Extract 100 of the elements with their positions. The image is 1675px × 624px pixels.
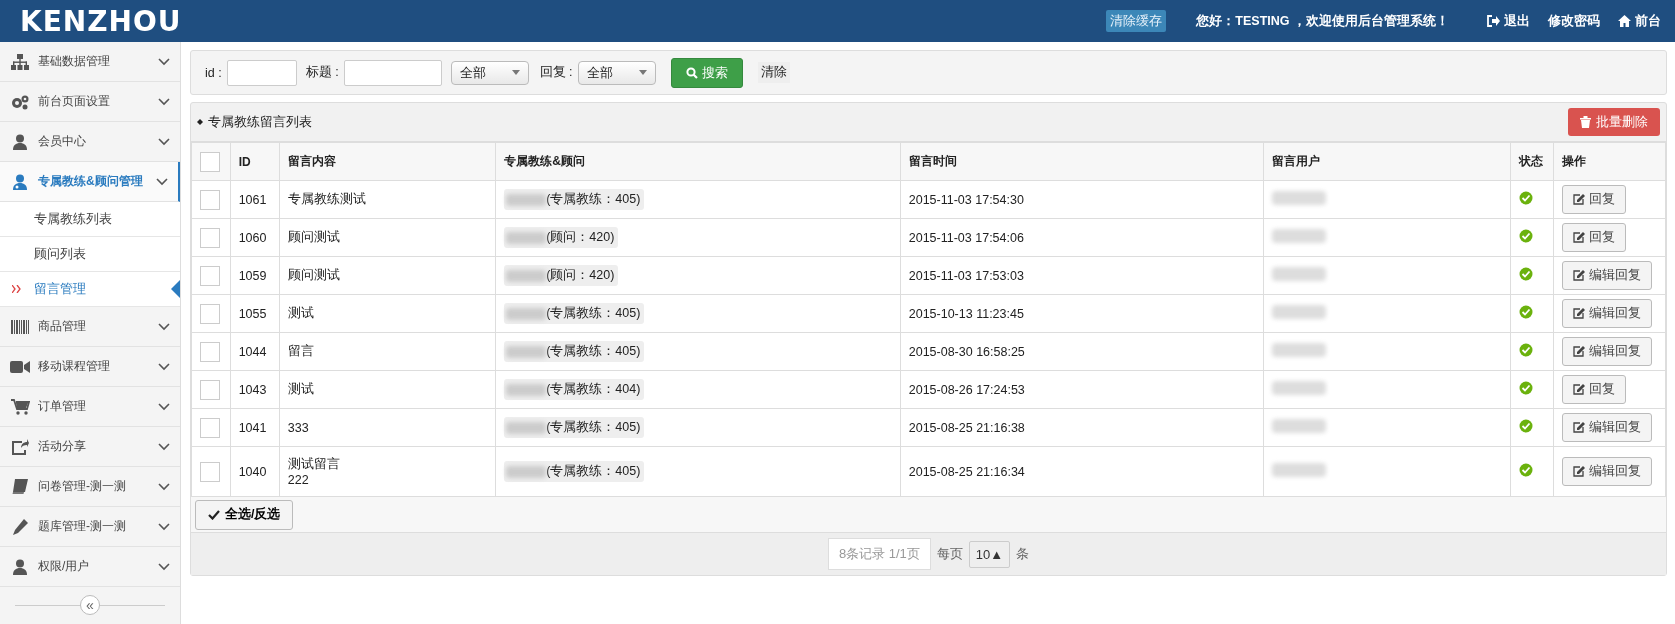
- sidebar-item[interactable]: 问卷管理-测一测: [0, 467, 180, 507]
- id-field[interactable]: [226, 59, 297, 86]
- column-header: 留言时间: [900, 142, 1263, 181]
- row-checkbox[interactable]: [200, 417, 220, 438]
- pointer-triangle-icon: [171, 280, 180, 298]
- chevron-down-icon: [158, 402, 170, 411]
- check-icon: [208, 509, 220, 520]
- search-icon: [685, 66, 698, 79]
- home-icon: [1618, 15, 1631, 27]
- book-icon: [10, 478, 30, 495]
- row-checkbox[interactable]: [200, 303, 220, 324]
- reply-button[interactable]: 回复: [1562, 185, 1627, 214]
- sidebar-subitem[interactable]: 专属教练列表: [0, 202, 180, 237]
- clear-cache-button[interactable]: 清除缓存: [1106, 10, 1167, 32]
- blurred-username: [1271, 191, 1326, 205]
- table-cell: 1061: [230, 180, 280, 219]
- collapse-button[interactable]: «: [80, 595, 100, 615]
- reply-button[interactable]: 编辑回复: [1562, 337, 1653, 366]
- diamond-icon: [197, 119, 203, 125]
- select-all-checkbox[interactable]: [200, 151, 220, 172]
- edit-icon: [1573, 422, 1586, 433]
- column-header: ID: [230, 142, 280, 181]
- column-header: 留言用户: [1263, 142, 1511, 181]
- table-cell: 2015-08-26 17:24:53: [900, 370, 1263, 409]
- reply-button[interactable]: 编辑回复: [1562, 413, 1653, 442]
- reply-button[interactable]: 回复: [1562, 375, 1627, 404]
- sidebar-item[interactable]: 题库管理-测一测: [0, 507, 180, 547]
- sidebar-item[interactable]: 商品管理: [0, 307, 180, 347]
- column-header: 专属教练&顾问: [495, 142, 901, 181]
- edit-icon: [1573, 384, 1586, 395]
- coach-tag: (专属教练：405): [504, 189, 645, 210]
- table-cell: 测试: [279, 294, 496, 333]
- table-cell: 2015-11-03 17:53:03: [900, 256, 1263, 295]
- table-cell: 333: [279, 408, 496, 447]
- edit-icon: [1573, 466, 1586, 477]
- reply-button[interactable]: 编辑回复: [1562, 261, 1653, 290]
- caret-down-icon: [511, 70, 520, 75]
- table-cell: 2015-08-25 21:16:34: [900, 446, 1263, 497]
- welcome-text: 您好：TESTING ，欢迎使用后台管理系统！: [1196, 12, 1449, 30]
- sidebar-item[interactable]: 前台页面设置: [0, 82, 180, 122]
- sidebar-item[interactable]: 专属教练&顾问管理: [0, 162, 180, 202]
- chevron-down-icon: [158, 522, 170, 531]
- row-checkbox[interactable]: [200, 341, 220, 362]
- blurred-username: [1271, 267, 1326, 281]
- blurred-username: [1271, 381, 1326, 395]
- row-checkbox[interactable]: [200, 265, 220, 286]
- header-link[interactable]: 修改密码: [1548, 12, 1600, 30]
- batch-delete-button[interactable]: 批量删除: [1568, 108, 1660, 136]
- column-header: 留言内容: [279, 142, 496, 181]
- chevron-down-icon: [156, 177, 168, 186]
- table-cell: 1041: [230, 408, 280, 447]
- video-camera-icon: [10, 359, 30, 374]
- table-cell: 测试留言 222: [279, 446, 496, 497]
- table-cell: 留言: [279, 332, 496, 371]
- clear-link[interactable]: 清除: [757, 62, 790, 83]
- reply-select[interactable]: 全部: [577, 60, 656, 85]
- blurred-username: [1271, 343, 1326, 357]
- share-icon: [10, 438, 30, 455]
- reply-button[interactable]: 回复: [1562, 223, 1627, 252]
- edit-icon: [1573, 308, 1586, 319]
- chevron-down-icon: [158, 442, 170, 451]
- blurred-username: [1271, 419, 1326, 433]
- coach-tag: (专属教练：404): [504, 379, 645, 400]
- page-size-select[interactable]: 10▲: [968, 540, 1011, 568]
- reply-button[interactable]: 编辑回复: [1562, 457, 1653, 486]
- row-checkbox[interactable]: [200, 461, 220, 482]
- sidebar-item[interactable]: 权限/用户: [0, 547, 180, 587]
- blurred-username: [1271, 463, 1326, 477]
- coach-tag: (专属教练：405): [504, 303, 645, 324]
- header-link[interactable]: 前台: [1618, 12, 1661, 30]
- logo[interactable]: KENZHOU: [20, 4, 182, 38]
- header-link[interactable]: 退出: [1487, 12, 1530, 30]
- coach-tag: (专属教练：405): [504, 417, 645, 438]
- column-header: 状态: [1510, 142, 1554, 181]
- sign-out-icon: [1487, 15, 1500, 27]
- panel-title: 专属教练留言列表: [208, 113, 313, 131]
- unit-label: 条: [1016, 545, 1030, 563]
- id-label: id :: [205, 65, 222, 80]
- select-all-button[interactable]: 全选/反选: [195, 499, 294, 530]
- sidebar-subitem[interactable]: 顾问列表: [0, 237, 180, 272]
- sidebar-subitem[interactable]: 留言管理: [0, 272, 180, 307]
- reply-button[interactable]: 编辑回复: [1562, 299, 1653, 328]
- type-select[interactable]: 全部: [450, 60, 529, 85]
- sidebar-item[interactable]: 移动课程管理: [0, 347, 180, 387]
- row-checkbox[interactable]: [200, 227, 220, 248]
- sidebar-item[interactable]: 订单管理: [0, 387, 180, 427]
- record-summary: 8条记录 1/1页: [827, 538, 931, 570]
- sidebar-item[interactable]: 活动分享: [0, 427, 180, 467]
- chevron-down-icon: [158, 322, 170, 331]
- edit-icon: [1573, 346, 1586, 357]
- row-checkbox[interactable]: [200, 189, 220, 210]
- sidebar-item[interactable]: 基础数据管理: [0, 42, 180, 82]
- caret-down-icon: [638, 70, 647, 75]
- title-field[interactable]: [343, 59, 442, 86]
- table-cell: 2015-08-25 21:16:38: [900, 408, 1263, 447]
- chevron-down-icon: [158, 97, 170, 106]
- chevron-down-icon: [158, 362, 170, 371]
- table-cell: 2015-11-03 17:54:30: [900, 180, 1263, 219]
- row-checkbox[interactable]: [200, 379, 220, 400]
- table-cell: 顾问测试: [279, 218, 496, 257]
